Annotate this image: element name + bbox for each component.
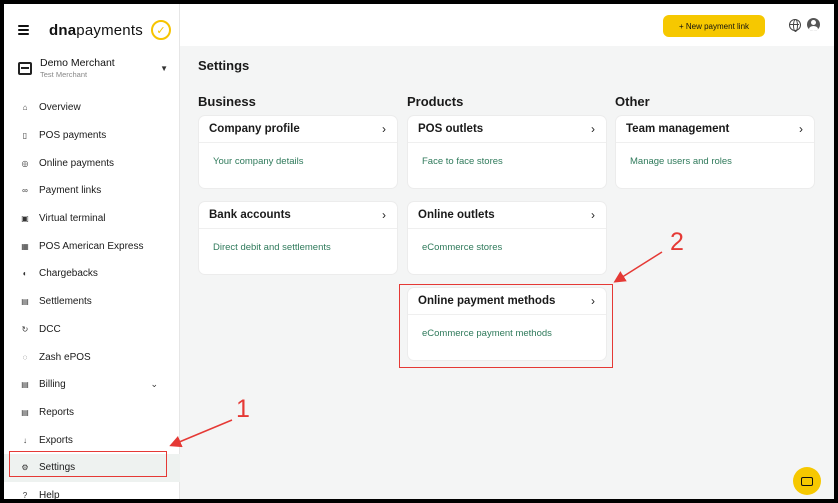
chevron-right-icon: ›	[591, 294, 595, 308]
card-description: eCommerce payment methods	[422, 328, 552, 339]
sidebar-item-help[interactable]: ? Help	[4, 482, 180, 499]
app-window: dnapayments ✓ Demo Merchant Test Merchan…	[4, 4, 834, 499]
merchant-name: Demo Merchant	[40, 56, 115, 69]
card-description: Your company details	[213, 156, 304, 167]
sidebar-item-label: Help	[39, 489, 60, 499]
sidebar-nav: ⌂ Overview ▯ POS payments ◎ Online payments…	[4, 94, 180, 499]
sidebar-item-label: POS payments	[39, 130, 107, 142]
sidebar-item-label: Zash ePOS	[39, 351, 91, 363]
home-icon: ⌂	[22, 103, 28, 113]
sidebar-item-chargebacks[interactable]: ◐ Chargebacks	[4, 260, 180, 288]
card-title: Online payment methods	[418, 295, 556, 307]
topbar: + New payment link	[180, 4, 834, 46]
card-description: Direct debit and settlements	[213, 242, 331, 253]
billing-icon: ▤	[21, 380, 29, 390]
store-icon	[18, 61, 32, 75]
sidebar-item-settings[interactable]: ⚙ Settings	[4, 453, 180, 482]
sidebar-item-exports[interactable]: ↓ Exports	[4, 426, 180, 454]
card-title: Online outlets	[418, 209, 495, 221]
online-payments-icon: ◎	[21, 158, 29, 168]
card-team-management[interactable]: Team management › Manage users and roles	[616, 116, 814, 188]
section-title-other: Other	[615, 94, 650, 109]
sidebar-item-label: Overview	[39, 102, 81, 114]
sidebar-item-settlements[interactable]: ▤ Settlements	[4, 288, 180, 316]
sidebar-item-label: Virtual terminal	[39, 213, 106, 225]
sidebar-item-label: Settlements	[39, 296, 92, 308]
sidebar-item-pos-payments[interactable]: ▯ POS payments	[4, 122, 180, 150]
logo-mark-icon: ✓	[150, 20, 171, 40]
sidebar-item-label: Settings	[39, 462, 76, 474]
chevron-right-icon: ›	[591, 122, 595, 136]
section-title-business: Business	[198, 94, 256, 109]
amex-icon: ▦	[21, 241, 29, 251]
sidebar-item-billing[interactable]: ▤ Billing ⌄	[4, 371, 180, 399]
user-account-icon[interactable]	[807, 18, 820, 31]
chat-support-button[interactable]	[793, 467, 821, 495]
annotation-number-1: 1	[236, 395, 250, 423]
card-description: Manage users and roles	[630, 156, 732, 167]
page-title: Settings	[198, 58, 250, 73]
annotation-number-2: 2	[670, 228, 684, 256]
chevron-right-icon: ›	[382, 122, 386, 136]
sidebar-item-label: Billing	[39, 379, 66, 391]
gear-icon: ⚙	[21, 463, 29, 473]
chevron-right-icon: ›	[382, 208, 386, 222]
caret-down-icon: ▼	[160, 63, 168, 73]
card-title: Bank accounts	[209, 209, 291, 221]
chat-icon	[801, 476, 813, 486]
card-title: Company profile	[209, 123, 300, 135]
sidebar-item-zash-epos[interactable]: ◌ Zash ePOS	[4, 343, 180, 371]
sidebar-item-label: Online payments	[39, 157, 115, 169]
card-description: eCommerce stores	[422, 242, 503, 253]
card-pos-outlets[interactable]: POS outlets › Face to face stores	[408, 116, 606, 188]
link-icon: ∞	[22, 186, 28, 196]
currency-exchange-icon: ↻	[21, 324, 29, 334]
card-online-payment-methods[interactable]: Online payment methods › eCommerce paymen…	[408, 288, 606, 360]
hamburger-menu-icon[interactable]	[18, 25, 29, 35]
sidebar-item-overview[interactable]: ⌂ Overview	[4, 94, 180, 122]
reports-icon: ▤	[21, 407, 29, 417]
merchant-subtitle: Test Merchant	[40, 69, 88, 79]
sidebar-item-dcc[interactable]: ↻ DCC	[4, 316, 180, 344]
sidebar-item-label: Chargebacks	[39, 268, 98, 280]
pos-terminal-icon: ▯	[22, 131, 28, 141]
zash-icon: ◌	[22, 352, 28, 362]
download-icon: ↓	[23, 435, 27, 445]
sidebar-item-payment-links[interactable]: ∞ Payment links	[4, 177, 180, 205]
sidebar-item-label: Exports	[39, 434, 73, 446]
sidebar-item-label: DCC	[39, 323, 61, 335]
globe-icon[interactable]	[789, 19, 801, 32]
sidebar-item-virtual-terminal[interactable]: ▣ Virtual terminal	[4, 205, 180, 233]
card-bank-accounts[interactable]: Bank accounts › Direct debit and settleme…	[199, 202, 397, 274]
sidebar-item-pos-american-express[interactable]: ▦ POS American Express	[4, 232, 180, 260]
new-payment-link-button[interactable]: + New payment link	[663, 15, 765, 37]
sidebar-item-label: Payment links	[39, 185, 102, 197]
sidebar: dnapayments ✓ Demo Merchant Test Merchan…	[4, 4, 180, 499]
logo[interactable]: dnapayments	[49, 22, 143, 39]
card-online-outlets[interactable]: Online outlets › eCommerce stores	[408, 202, 606, 274]
brand: dnapayments ✓	[18, 17, 171, 43]
help-icon: ?	[22, 490, 28, 499]
document-icon: ▤	[21, 297, 29, 307]
chevron-right-icon: ›	[799, 122, 803, 136]
sidebar-item-online-payments[interactable]: ◎ Online payments	[4, 149, 180, 177]
chevron-down-icon: ⌄	[150, 379, 158, 390]
card-company-profile[interactable]: Company profile › Your company details	[199, 116, 397, 188]
chevron-right-icon: ›	[591, 208, 595, 222]
card-description: Face to face stores	[422, 156, 503, 167]
sidebar-item-label: Reports	[39, 406, 75, 418]
sidebar-item-reports[interactable]: ▤ Reports	[4, 399, 180, 427]
sidebar-item-label: POS American Express	[39, 240, 144, 252]
merchant-selector[interactable]: Demo Merchant Test Merchant ▼	[18, 54, 168, 82]
card-title: POS outlets	[418, 123, 484, 135]
card-title: Team management	[626, 123, 730, 135]
section-title-products: Products	[407, 94, 464, 109]
chargeback-icon: ◐	[22, 269, 28, 279]
terminal-icon: ▣	[21, 214, 29, 224]
